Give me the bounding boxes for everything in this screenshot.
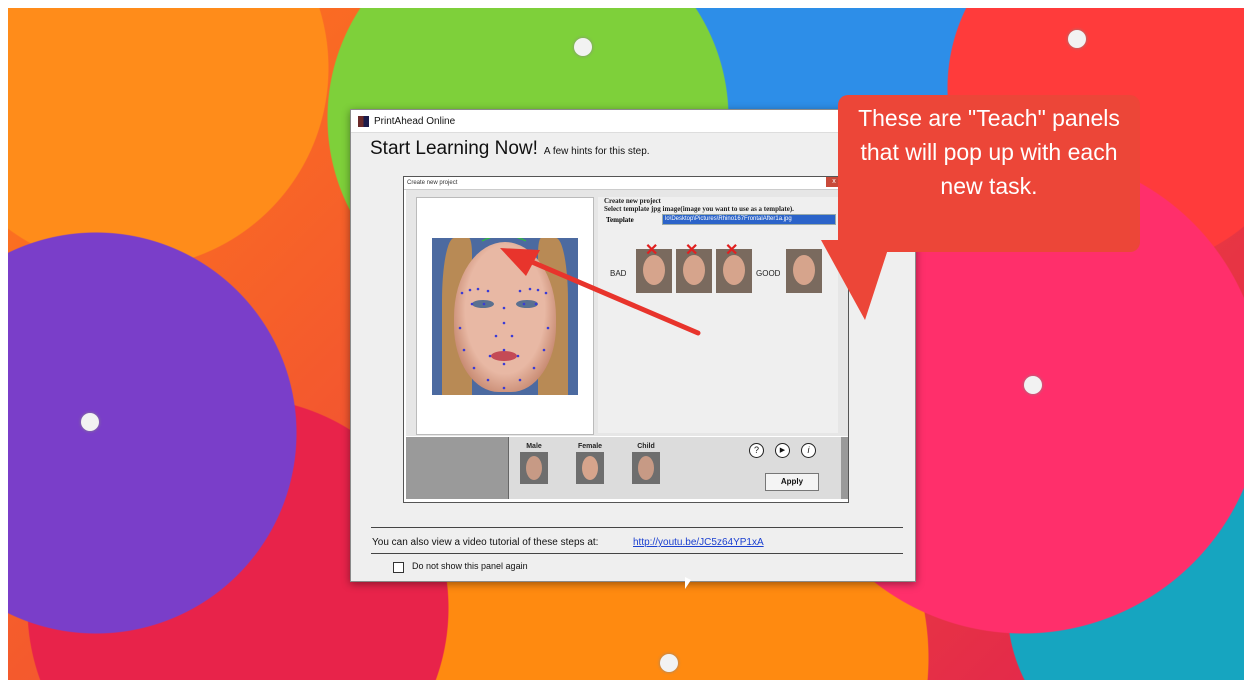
teach-callout: These are "Teach" panels that will pop u… (838, 95, 1140, 252)
mouse-cursor-icon (685, 577, 691, 589)
